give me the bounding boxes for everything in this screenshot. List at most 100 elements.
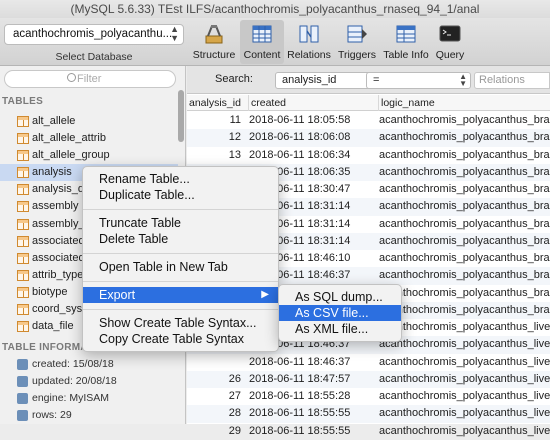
query-icon [439,25,461,42]
table-icon [17,184,29,196]
table-cell[interactable]: 27 [187,388,245,405]
table-row[interactable]: 13 2018-06-11 18:06:34 acanthochromis_poly… [187,147,550,164]
table-cell[interactable]: acanthochromis_polyacanthus_live... [379,423,550,440]
table-name: alt_allele [32,115,76,127]
duplicate-table-item[interactable]: Duplicate Table... [83,187,278,203]
table-cell[interactable]: acanthochromis_polyacanthus_bra... [379,233,550,250]
table-cell[interactable]: 11 [187,112,245,129]
table-row[interactable]: 26 2018-06-11 18:47:57 acanthochromis_poly… [187,370,550,388]
table-item[interactable]: alt_allele [0,113,178,130]
table-row[interactable]: 11 2018-06-11 18:05:58 acanthochromis_poly… [187,112,550,129]
column-header[interactable]: created [249,95,379,111]
table-name: assembly [32,200,79,213]
show-create-syntax-item[interactable]: Show Create Table Syntax... [83,315,278,331]
table-cell[interactable]: acanthochromis_polyacanthus_bra... [379,112,550,129]
table-name: biotype [32,285,68,298]
table-info-button[interactable]: Table Info [382,20,430,64]
table-row[interactable]: 29 2018-06-11 18:55:55 acanthochromis_poly… [187,423,550,440]
relations-icon [299,25,319,43]
menu-separator [83,253,278,254]
search-value-placeholder: Relations [479,74,525,86]
table-cell[interactable]: acanthochromis_polyacanthus_bra... [379,250,550,267]
filter-input[interactable]: Filter [4,70,176,88]
table-icon [17,235,29,247]
table-cell[interactable]: 12 [187,129,245,146]
table-row[interactable]: 2018-06-11 18:46:37acanthochromis_polyac… [187,354,550,371]
info-created: created: 15/08/18 [0,356,180,373]
table-cell[interactable]: acanthochromis_polyacanthus_bra... [379,267,550,284]
table-row[interactable]: 27 2018-06-11 18:55:28 acanthochromis_poly… [187,388,550,405]
structure-button[interactable]: Structure [190,20,238,64]
column-header[interactable]: analysis_id [187,95,249,111]
table-cell[interactable]: acanthochromis_polyacanthus_bra... [379,302,550,319]
table-cell[interactable]: 2018-06-11 18:55:55 [249,405,377,422]
table-cell[interactable]: acanthochromis_polyacanthus_bra... [379,198,550,215]
export-csv-item[interactable]: As CSV file... [279,305,401,321]
table-item[interactable]: alt_allele_group [0,147,178,164]
delete-table-item[interactable]: Delete Table [83,231,278,247]
table-info-label: Table Info [383,49,429,61]
table-row[interactable]: 12 2018-06-11 18:06:08 acanthochromis_poly… [187,129,550,147]
toolbar: acanthochromis_polyacanthu... ▲ ▼ Select … [0,18,550,66]
table-row[interactable]: 28 2018-06-11 18:55:55 acanthochromis_poly… [187,405,550,423]
table-name: analysis [32,166,72,179]
table-cell[interactable]: acanthochromis_polyacanthus_bra... [379,147,550,164]
menu-separator [83,209,278,210]
table-cell[interactable]: 29 [187,423,245,440]
info-updated: updated: 20/08/18 [0,373,180,390]
query-label: Query [435,49,465,61]
table-cell[interactable]: 28 [187,405,245,422]
search-value-input[interactable]: Relations [474,72,550,89]
export-label: Export [99,288,136,302]
truncate-table-item[interactable]: Truncate Table [83,215,278,231]
info-icon [17,376,28,387]
table-cell[interactable]: acanthochromis_polyacanthus_live... [379,336,550,353]
table-cell[interactable]: 2018-06-11 18:55:28 [249,388,377,405]
table-cell[interactable]: 26 [187,371,245,388]
export-sql-item[interactable]: As SQL dump... [279,289,401,305]
search-icon [67,73,76,82]
table-cell[interactable]: 13 [187,147,245,164]
table-cell[interactable]: 2018-06-11 18:47:57 [249,371,377,388]
triggers-button[interactable]: Triggers [334,20,380,64]
info-icon [17,359,28,370]
table-cell[interactable]: acanthochromis_polyacanthus_bra... [379,164,550,181]
table-cell[interactable]: 2018-06-11 18:06:34 [249,147,377,164]
export-xml-item[interactable]: As XML file... [279,321,401,337]
table-cell[interactable]: acanthochromis_polyacanthus_bra... [379,181,550,198]
table-cell[interactable]: acanthochromis_polyacanthus_live... [379,319,550,336]
info-text: engine: MyISAM [32,392,110,404]
relations-button[interactable]: Relations [286,20,332,64]
content-button[interactable]: Content [240,20,284,64]
export-item[interactable]: Export ▶ [83,287,278,303]
copy-create-syntax-item[interactable]: Copy Create Table Syntax [83,331,278,347]
table-cell[interactable]: acanthochromis_polyacanthus_live... [379,354,550,371]
table-cell[interactable]: acanthochromis_polyacanthus_live... [379,405,550,422]
info-rows: rows: 29 [0,407,180,424]
rename-table-item[interactable]: Rename Table... [83,171,278,187]
table-cell[interactable]: 2018-06-11 18:05:58 [249,112,377,129]
table-name: attrib_type [32,268,84,281]
table-cell[interactable]: acanthochromis_polyacanthus_live... [379,371,550,388]
table-cell[interactable]: 2018-06-11 18:55:55 [249,423,377,440]
open-table-new-tab-item[interactable]: Open Table in New Tab [83,259,278,275]
query-button[interactable]: Query [432,20,468,64]
table-cell[interactable]: acanthochromis_polyacanthus_live... [379,388,550,405]
table-icon [17,269,29,281]
column-header[interactable]: logic_name [379,95,550,111]
table-name: associated [32,251,85,264]
table-cell[interactable]: acanthochromis_polyacanthus_bra... [379,129,550,146]
table-cell[interactable]: 2018-06-11 18:46:37 [249,354,377,371]
table-name: alt_allele_attrib [32,132,106,145]
database-select[interactable]: acanthochromis_polyacanthu... ▲ ▼ [4,24,184,45]
search-operator-select[interactable]: = ▲ ▼ [366,72,471,89]
table-cell[interactable]: 2018-06-11 18:06:08 [249,129,377,146]
table-item[interactable]: alt_allele_attrib [0,130,178,147]
menu-separator [83,281,278,282]
sidebar-scrollbar[interactable] [178,90,184,142]
select-database-label: Select Database [55,51,133,63]
table-icon [17,321,29,333]
table-cell[interactable]: acanthochromis_polyacanthus_bra... [379,285,550,302]
table-cell[interactable]: acanthochromis_polyacanthus_bra... [379,216,550,233]
table-icon [17,167,29,179]
